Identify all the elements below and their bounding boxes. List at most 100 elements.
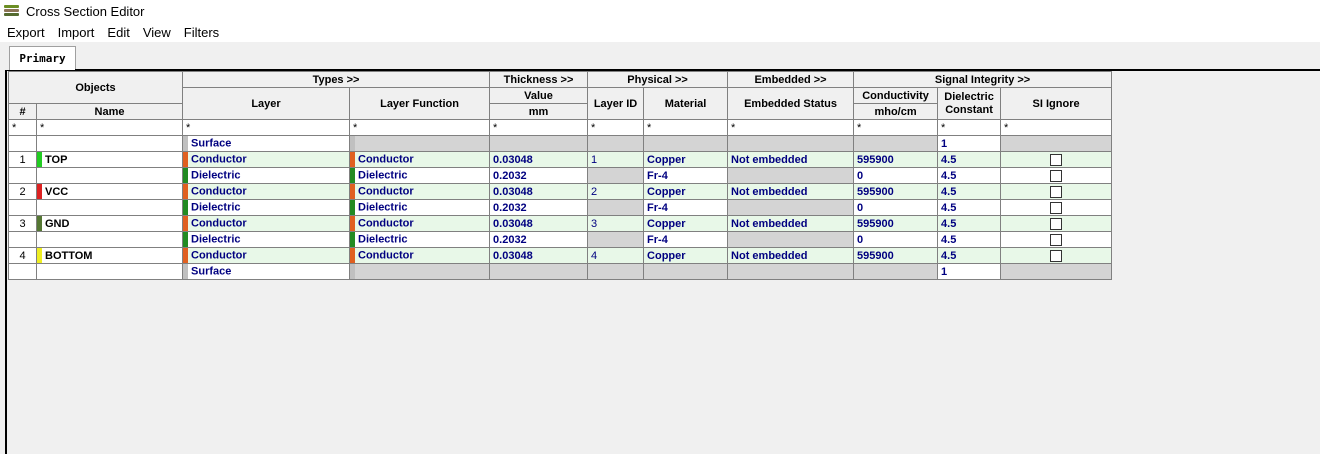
col-embedded-status[interactable]: Embedded Status (727, 87, 855, 120)
filter-conductivity[interactable]: * (853, 119, 939, 136)
cell-dielectric-constant[interactable]: 4.5 (937, 183, 1002, 200)
filter-layer[interactable]: * (182, 119, 351, 136)
cell-thickness[interactable]: 0.2032 (489, 231, 589, 248)
cell-thickness[interactable]: 0.03048 (489, 247, 589, 264)
row-number[interactable] (8, 231, 37, 248)
col-value-unit[interactable]: mm (489, 103, 589, 120)
cell-dielectric-constant[interactable]: 4.5 (937, 167, 1002, 184)
cell-material[interactable] (643, 135, 729, 152)
cell-dielectric-constant[interactable]: 4.5 (937, 215, 1002, 232)
si-ignore-checkbox[interactable] (1050, 217, 1063, 230)
cell-layer-function[interactable]: Dielectric (349, 199, 491, 216)
cell-name[interactable] (35, 263, 184, 280)
si-ignore-checkbox[interactable] (1050, 153, 1063, 166)
cell-embedded-status[interactable] (727, 199, 855, 216)
cell-conductivity[interactable]: 595900 (853, 247, 939, 264)
dielectric-row[interactable]: Dielectric Dielectric 0.2032 Fr-4 0 4.5 (8, 231, 1113, 248)
conductor-row[interactable]: 1 TOP Conductor Conductor 0.03048 1 Copper Not … (8, 151, 1113, 168)
filter-embedded-status[interactable]: * (727, 119, 855, 136)
cell-thickness[interactable]: 0.03048 (489, 183, 589, 200)
col-value[interactable]: Value (489, 87, 589, 104)
si-ignore-checkbox[interactable] (1050, 201, 1063, 214)
cell-si-ignore[interactable] (1000, 247, 1113, 264)
cell-si-ignore[interactable] (1000, 167, 1113, 184)
cell-layer[interactable]: Surface (182, 263, 351, 280)
col-num[interactable]: # (8, 103, 37, 120)
cell-layer-function[interactable]: Conductor (349, 215, 491, 232)
cell-layer-function[interactable]: Conductor (349, 151, 491, 168)
si-ignore-checkbox[interactable] (1050, 169, 1063, 182)
filter-si-ignore[interactable]: * (1000, 119, 1113, 136)
tab-primary[interactable]: Primary (9, 46, 76, 70)
row-number[interactable]: 2 (8, 183, 37, 200)
cell-dielectric-constant[interactable]: 1 (937, 135, 1002, 152)
si-ignore-checkbox[interactable] (1050, 249, 1063, 262)
row-number[interactable] (8, 199, 37, 216)
cell-layer-id[interactable]: 1 (587, 151, 645, 168)
cell-layer-id[interactable] (587, 167, 645, 184)
filter-num[interactable]: * (8, 119, 37, 136)
cell-material[interactable]: Copper (643, 151, 729, 168)
cell-si-ignore[interactable] (1000, 215, 1113, 232)
row-number[interactable]: 4 (8, 247, 37, 264)
cell-material[interactable]: Copper (643, 183, 729, 200)
cell-dielectric-constant[interactable]: 4.5 (937, 231, 1002, 248)
cell-name[interactable] (35, 135, 184, 152)
col-si-ignore[interactable]: SI Ignore (1000, 87, 1113, 120)
menu-filters[interactable]: Filters (177, 25, 225, 40)
row-number[interactable]: 3 (8, 215, 37, 232)
cell-dielectric-constant[interactable]: 4.5 (937, 199, 1002, 216)
conductor-row[interactable]: 4 BOTTOM Conductor Conductor 0.03048 4 Copper N… (8, 247, 1113, 264)
row-number[interactable]: 1 (8, 151, 37, 168)
group-physical[interactable]: Physical >> (587, 71, 729, 88)
filter-layer-id[interactable]: * (587, 119, 645, 136)
dielectric-row[interactable]: Dielectric Dielectric 0.2032 Fr-4 0 4.5 (8, 199, 1113, 216)
menu-import[interactable]: Import (51, 25, 101, 40)
col-dielectric-constant[interactable]: Dielectric Constant (937, 87, 1002, 120)
cell-layer[interactable]: Dielectric (182, 167, 351, 184)
cell-name[interactable]: GND (35, 215, 184, 232)
cell-layer-function[interactable]: Conductor (349, 183, 491, 200)
group-types[interactable]: Types >> (182, 71, 491, 88)
cell-conductivity[interactable]: 0 (853, 231, 939, 248)
cell-dielectric-constant[interactable]: 4.5 (937, 247, 1002, 264)
cell-conductivity[interactable]: 595900 (853, 215, 939, 232)
cell-name[interactable]: VCC (35, 183, 184, 200)
filter-value[interactable]: * (489, 119, 589, 136)
cell-embedded-status[interactable]: Not embedded (727, 151, 855, 168)
cell-embedded-status[interactable]: Not embedded (727, 183, 855, 200)
cell-si-ignore[interactable] (1000, 263, 1113, 280)
filter-layer-function[interactable]: * (349, 119, 491, 136)
cell-embedded-status[interactable] (727, 263, 855, 280)
dielectric-row[interactable]: Dielectric Dielectric 0.2032 Fr-4 0 4.5 (8, 167, 1113, 184)
row-number[interactable] (8, 135, 37, 152)
menu-edit[interactable]: Edit (100, 25, 135, 40)
cell-material[interactable]: Fr-4 (643, 167, 729, 184)
cell-thickness[interactable]: 0.2032 (489, 199, 589, 216)
cell-layer-function[interactable]: Dielectric (349, 167, 491, 184)
col-conductivity-unit[interactable]: mho/cm (853, 103, 939, 120)
cell-layer-id[interactable] (587, 135, 645, 152)
cell-material[interactable]: Copper (643, 247, 729, 264)
cell-name[interactable] (35, 231, 184, 248)
cell-name[interactable]: BOTTOM (35, 247, 184, 264)
cell-thickness[interactable] (489, 135, 589, 152)
cell-layer[interactable]: Surface (182, 135, 351, 152)
cell-embedded-status[interactable] (727, 135, 855, 152)
cell-name[interactable] (35, 199, 184, 216)
si-ignore-checkbox[interactable] (1050, 233, 1063, 246)
group-thickness[interactable]: Thickness >> (489, 71, 589, 88)
col-layer[interactable]: Layer (182, 87, 351, 120)
col-layer-function[interactable]: Layer Function (349, 87, 491, 120)
cell-conductivity[interactable]: 0 (853, 167, 939, 184)
cell-thickness[interactable]: 0.03048 (489, 215, 589, 232)
cell-si-ignore[interactable] (1000, 199, 1113, 216)
cell-conductivity[interactable]: 0 (853, 199, 939, 216)
cell-embedded-status[interactable] (727, 167, 855, 184)
cell-layer[interactable]: Conductor (182, 247, 351, 264)
cell-layer[interactable]: Dielectric (182, 199, 351, 216)
cell-layer-id[interactable] (587, 199, 645, 216)
cell-embedded-status[interactable]: Not embedded (727, 215, 855, 232)
cell-layer-id[interactable]: 2 (587, 183, 645, 200)
filter-name[interactable]: * (35, 119, 184, 136)
